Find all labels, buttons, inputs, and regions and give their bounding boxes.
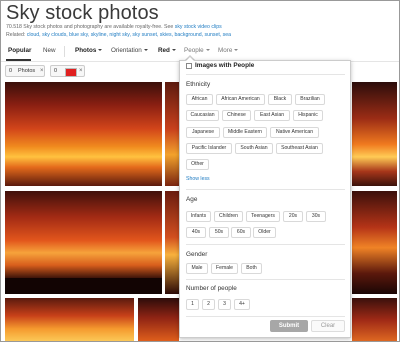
related-label: Related: — [6, 32, 26, 38]
chevron-down-icon — [234, 49, 239, 52]
ethnicity-option-southeast-asian[interactable]: Southeast Asian — [276, 143, 323, 154]
age-option-children[interactable]: Children — [214, 211, 243, 222]
ethnicity-option-japanese[interactable]: Japanese — [186, 127, 220, 138]
photo-thumbnail[interactable] — [138, 298, 179, 342]
people-count-option-1[interactable]: 1 — [186, 299, 199, 310]
ethnicity-option-caucasian[interactable]: Caucasian — [186, 110, 219, 121]
ethnicity-option-south-asian[interactable]: South Asian — [235, 143, 273, 154]
filter-orientation[interactable]: Orientation — [111, 47, 148, 54]
ethnicity-option-native-american[interactable]: Native American — [270, 127, 319, 138]
filter-orientation-label: Orientation — [111, 47, 142, 54]
ethnicity-option-black[interactable]: Black — [268, 94, 292, 105]
related-searches: Related: cloud, sky clouds, blue sky, sk… — [6, 32, 231, 38]
filter-separator — [64, 46, 65, 57]
photo-thumbnail[interactable] — [165, 82, 179, 186]
video-clips-link[interactable]: sky stock video clips — [175, 24, 222, 30]
gender-option-male[interactable]: Male — [186, 263, 208, 274]
images-with-people-label[interactable]: Images with People — [195, 62, 254, 69]
ethnicity-option-african-american[interactable]: African American — [216, 94, 265, 105]
related-links[interactable]: cloud, sky clouds, blue sky, skyline, ni… — [27, 32, 231, 38]
photo-thumbnail[interactable] — [352, 298, 397, 342]
filter-bar: Popular New Photos Orientation Red Peopl… — [0, 42, 400, 62]
ethnicity-option-east-asian[interactable]: East Asian — [254, 110, 290, 121]
ethnicity-option-pacific-islander[interactable]: Pacific Islander — [186, 143, 232, 154]
photo-thumbnail[interactable] — [5, 298, 134, 342]
gender-label: Gender — [186, 251, 208, 258]
filter-people[interactable]: People — [184, 47, 210, 54]
age-option-infants[interactable]: Infants — [186, 211, 211, 222]
clear-button[interactable]: Clear — [311, 320, 345, 332]
filter-photos[interactable]: Photos — [75, 47, 103, 54]
ethnicity-option-middle-eastern[interactable]: Middle Eastern — [223, 127, 267, 138]
chevron-down-icon — [205, 49, 210, 52]
close-icon[interactable]: × — [40, 68, 44, 74]
chip-count: 0 — [9, 68, 13, 74]
photo-thumbnail[interactable] — [5, 82, 162, 186]
age-option-60s[interactable]: 60s — [231, 227, 251, 238]
gender-option-both[interactable]: Both — [241, 263, 262, 274]
people-count-option-2[interactable]: 2 — [202, 299, 215, 310]
photo-thumbnail[interactable] — [352, 191, 397, 294]
age-option-teenagers[interactable]: Teenagers — [246, 211, 280, 222]
images-with-people-checkbox[interactable] — [186, 63, 192, 69]
age-label: Age — [186, 196, 198, 203]
age-option-20s[interactable]: 20s — [283, 211, 303, 222]
ethnicity-label: Ethnicity — [186, 81, 211, 88]
ethnicity-option-african[interactable]: African — [186, 94, 213, 105]
filter-people-label: People — [184, 47, 204, 54]
people-count-option-4-plus[interactable]: 4+ — [234, 299, 250, 310]
page: Sky stock photos 70.518 Sky stock photos… — [0, 0, 400, 342]
color-filter-chip: 0 × — [50, 65, 85, 77]
chevron-down-icon — [171, 49, 176, 52]
divider — [186, 316, 345, 317]
filter-more[interactable]: More — [218, 47, 239, 54]
tab-popular[interactable]: Popular — [8, 47, 31, 54]
filter-color[interactable]: Red — [158, 47, 176, 54]
dropdown-arrow-fill — [186, 56, 194, 61]
people-count-option-3[interactable]: 3 — [218, 299, 231, 310]
age-option-50s[interactable]: 50s — [209, 227, 229, 238]
age-option-older[interactable]: Older — [253, 227, 276, 238]
results-summary-text: 70.518 Sky stock photos and photography … — [6, 24, 174, 30]
close-icon[interactable]: × — [79, 68, 83, 74]
photo-silhouette — [5, 278, 162, 294]
gender-option-female[interactable]: Female — [211, 263, 238, 274]
filter-more-label: More — [218, 47, 233, 54]
page-title: Sky stock photos — [6, 2, 159, 24]
ethnicity-option-hispanic[interactable]: Hispanic — [293, 110, 323, 121]
divider — [186, 189, 345, 190]
photo-thumbnail[interactable] — [165, 191, 179, 294]
active-tab-indicator — [6, 59, 31, 61]
filter-color-label: Red — [158, 47, 170, 54]
photos-filter-chip: 0 Photos × — [5, 65, 45, 77]
submit-button[interactable]: Submit — [270, 320, 308, 332]
photo-thumbnail[interactable] — [5, 191, 162, 294]
chevron-down-icon — [98, 49, 103, 52]
divider — [186, 244, 345, 245]
ethnicity-option-other[interactable]: Other — [186, 159, 209, 170]
photo-thumbnail[interactable] — [352, 82, 397, 186]
chip-label: Photos — [18, 68, 36, 74]
results-summary: 70.518 Sky stock photos and photography … — [6, 24, 222, 30]
age-option-40s[interactable]: 40s — [186, 227, 206, 238]
age-option-30s[interactable]: 30s — [306, 211, 326, 222]
ethnicity-option-brazilian[interactable]: Brazilian — [295, 94, 325, 105]
tab-new[interactable]: New — [43, 47, 56, 54]
ethnicity-option-chinese[interactable]: Chinese — [222, 110, 251, 121]
filter-photos-label: Photos — [75, 47, 97, 54]
divider — [186, 74, 345, 75]
chip-count: 0 — [54, 68, 58, 74]
show-less-link[interactable]: Show less — [186, 176, 210, 182]
color-swatch — [65, 68, 77, 77]
chevron-down-icon — [143, 49, 148, 52]
number-of-people-label: Number of people — [186, 285, 237, 292]
divider — [186, 279, 345, 280]
